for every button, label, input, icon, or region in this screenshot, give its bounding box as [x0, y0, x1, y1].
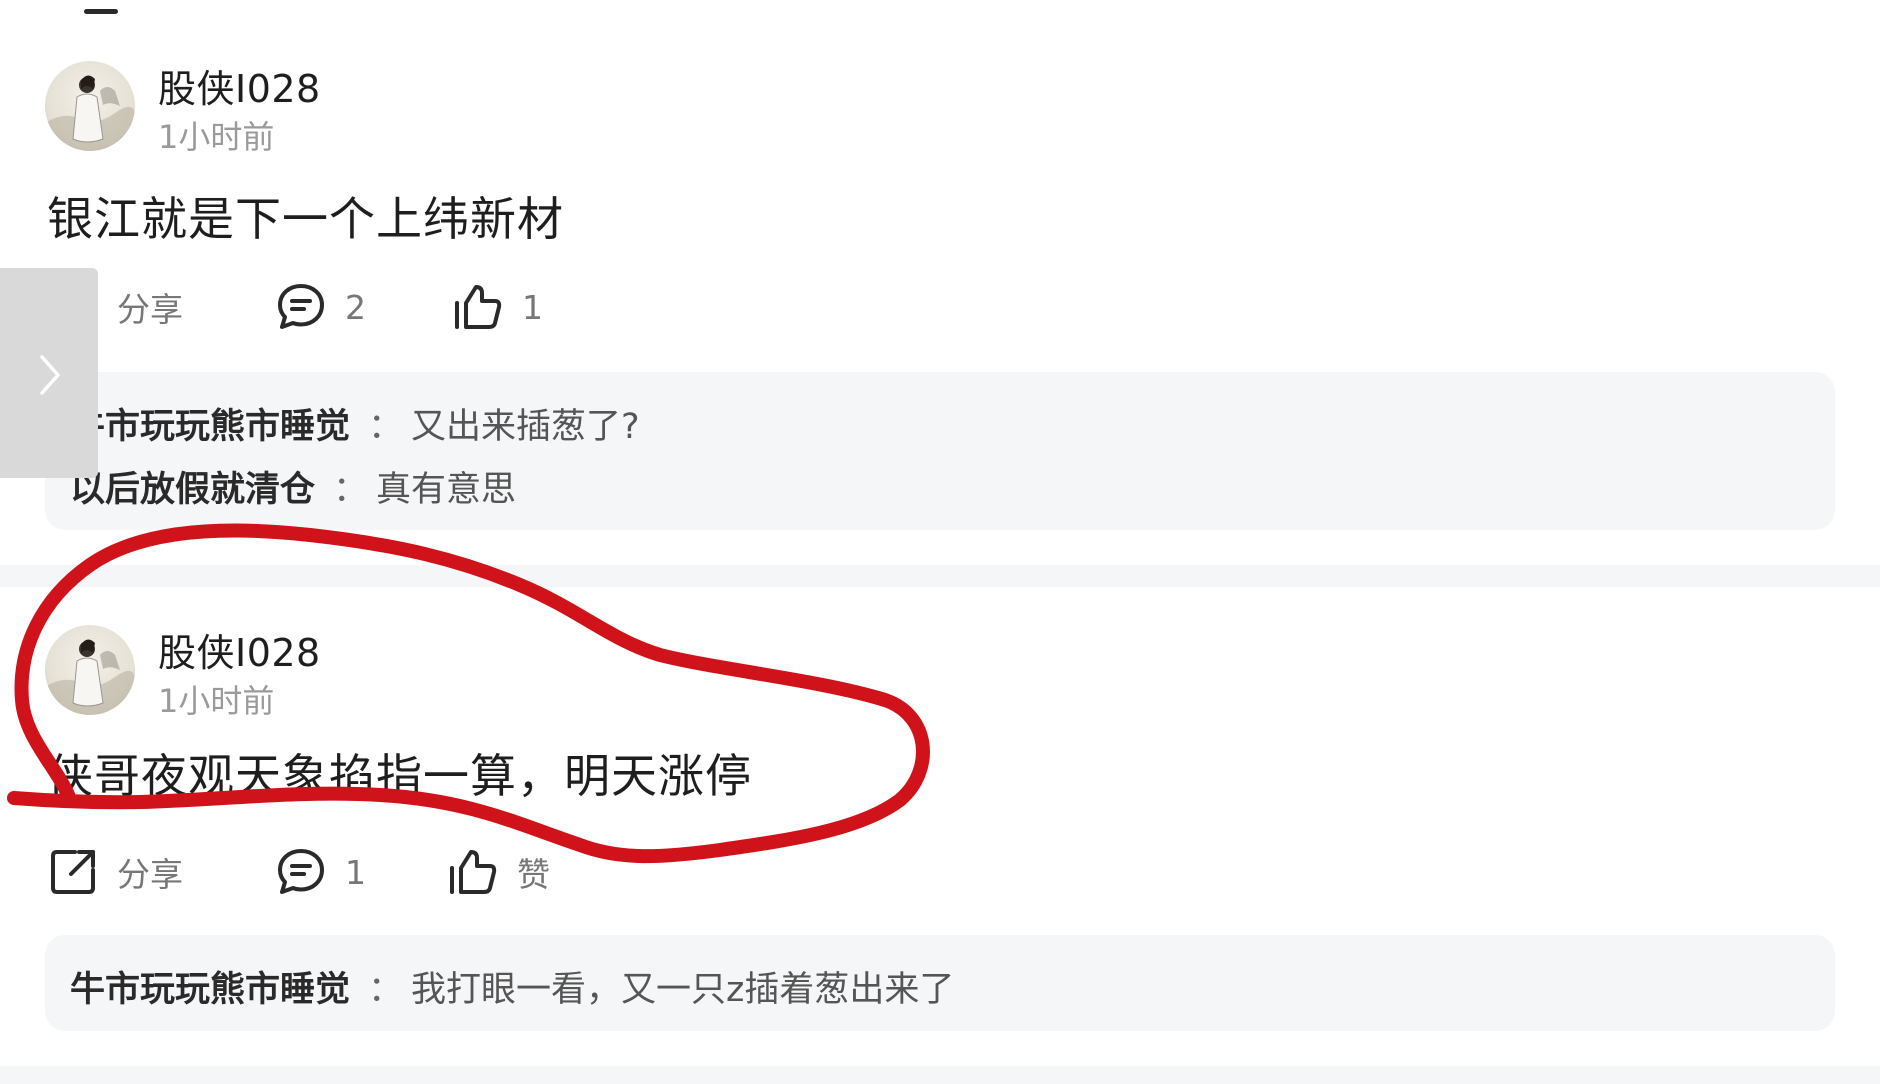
- comment-button[interactable]: 1: [275, 842, 366, 902]
- action-bar: 分享 2 1: [47, 277, 747, 337]
- share-label: 分享: [117, 290, 183, 329]
- post-time: 1小时前: [158, 682, 275, 720]
- comment-author[interactable]: 牛市玩玩熊市睡觉: [70, 407, 350, 447]
- like-label: 1: [522, 287, 543, 327]
- username[interactable]: 股侠I028: [158, 58, 321, 113]
- post-card: 股侠I028 1小时前 侠哥夜观天象掐指一算，明天涨停 分享 1 赞 牛市玩玩熊…: [0, 588, 1880, 1066]
- comment-button[interactable]: 2: [275, 277, 366, 337]
- like-label: 赞: [517, 855, 550, 894]
- post-content[interactable]: 银江就是下一个上纬新材: [47, 183, 564, 249]
- share-icon: [51, 850, 95, 894]
- comment-text: 又出来插葱了?: [411, 407, 640, 447]
- comment-list: 牛市玩玩熊市睡觉：又出来插葱了? 以后放假就清仓：真有意思: [45, 372, 1835, 530]
- chevron-right-icon: [40, 355, 60, 395]
- post-divider: [0, 565, 1880, 587]
- comment-icon: [278, 284, 324, 329]
- comment-list: 牛市玩玩熊市睡觉 ：我打眼一看，又一只z插着葱出来了: [45, 935, 1835, 1031]
- thumbs-up-icon: [450, 850, 497, 894]
- comment-icon: [278, 849, 324, 894]
- comment-author[interactable]: 以后放假就清仓: [70, 470, 315, 510]
- post-divider: [0, 1066, 1880, 1084]
- share-label: 分享: [117, 855, 183, 894]
- comment-author[interactable]: 牛市玩玩熊市睡觉: [70, 970, 350, 1010]
- avatar[interactable]: [45, 625, 135, 715]
- comment-item[interactable]: 牛市玩玩熊市睡觉 ：又出来插葱了?: [70, 398, 640, 449]
- post-content[interactable]: 侠哥夜观天象掐指一算，明天涨停: [47, 740, 752, 806]
- like-button[interactable]: 赞: [447, 842, 550, 902]
- comment-count: 1: [345, 852, 366, 892]
- thumbs-up-icon: [455, 285, 502, 329]
- action-bar: 分享 1 赞: [47, 842, 747, 902]
- post-card: 股侠I028 1小时前 银江就是下一个上纬新材 分享 2 1 牛市玩玩熊市睡觉 …: [0, 0, 1880, 565]
- comment-separator: ：: [333, 470, 369, 510]
- comment-item[interactable]: 牛市玩玩熊市睡觉 ：我打眼一看，又一只z插着葱出来了: [70, 961, 954, 1012]
- comment-text: 我打眼一看，又一只z插着葱出来了: [411, 970, 955, 1010]
- like-button[interactable]: 1: [452, 277, 543, 337]
- username[interactable]: 股侠I028: [158, 622, 321, 677]
- post-time: 1小时前: [158, 118, 275, 156]
- comment-text: 真有意思: [376, 470, 517, 510]
- side-drawer-tab[interactable]: [0, 268, 98, 478]
- comment-separator: ：: [368, 970, 404, 1010]
- comment-separator: ：: [368, 407, 404, 447]
- comment-item[interactable]: 以后放假就清仓 ：真有意思: [70, 461, 516, 512]
- avatar[interactable]: [45, 61, 135, 151]
- comment-count: 2: [345, 287, 366, 327]
- share-button[interactable]: 分享: [47, 842, 183, 902]
